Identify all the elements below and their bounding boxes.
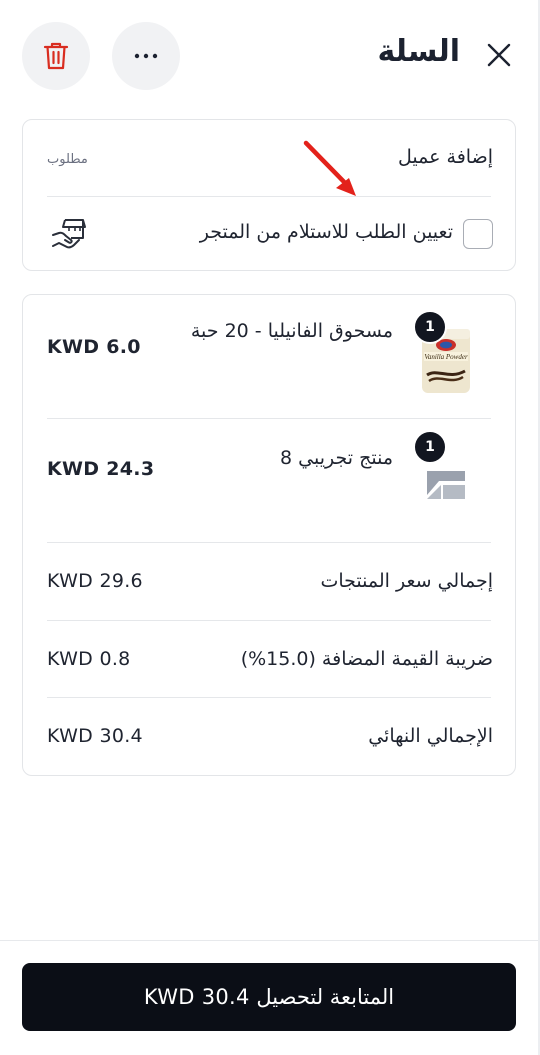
close-button[interactable] <box>482 38 516 72</box>
product-name: مسحوق الفانيليا - 20 حبة <box>190 320 393 342</box>
cart-header: السلة <box>0 0 540 112</box>
svg-text:Vanilla Powder: Vanilla Powder <box>424 353 468 361</box>
more-horizontal-icon <box>134 53 158 59</box>
product-price: KWD 6.0 <box>47 336 141 358</box>
subtotal-label: إجمالي سعر المنتجات <box>320 570 493 592</box>
footer-divider <box>0 940 538 941</box>
checkout-button[interactable]: المتابعة لتحصيل KWD 30.4 <box>22 963 516 1031</box>
product-name: منتج تجريبي 8 <box>280 447 393 469</box>
page-title: السلة <box>377 34 460 69</box>
product-price: KWD 24.3 <box>47 458 155 480</box>
store-pickup-checkbox[interactable] <box>463 219 493 249</box>
store-hand-icon <box>52 219 86 249</box>
subtotal-value: KWD 29.6 <box>47 570 143 592</box>
cart-items-card: Vanilla Powder 1 مسحوق الفانيليا - 20 حب… <box>22 294 516 776</box>
store-pickup-label[interactable]: تعيين الطلب للاستلام من المتجر <box>200 221 453 243</box>
divider <box>47 620 491 621</box>
trash-icon <box>43 42 69 70</box>
total-value: KWD 30.4 <box>47 725 143 747</box>
divider <box>47 697 491 698</box>
vat-value: KWD 0.8 <box>47 648 131 670</box>
divider <box>47 196 491 197</box>
quantity-badge: 1 <box>413 430 447 464</box>
delete-cart-button[interactable] <box>22 22 90 90</box>
divider <box>47 418 491 419</box>
divider <box>47 542 491 543</box>
customer-card: إضافة عميل مطلوب تعيين الطلب للاستلام من… <box>22 119 516 271</box>
add-customer-button[interactable]: إضافة عميل <box>398 146 493 168</box>
more-options-button[interactable] <box>112 22 180 90</box>
total-label: الإجمالي النهائي <box>368 725 493 747</box>
quantity-badge: 1 <box>413 310 447 344</box>
close-icon <box>487 43 511 67</box>
required-label: مطلوب <box>47 152 88 167</box>
vat-label: ضريبة القيمة المضافة (15.0%) <box>240 648 493 670</box>
